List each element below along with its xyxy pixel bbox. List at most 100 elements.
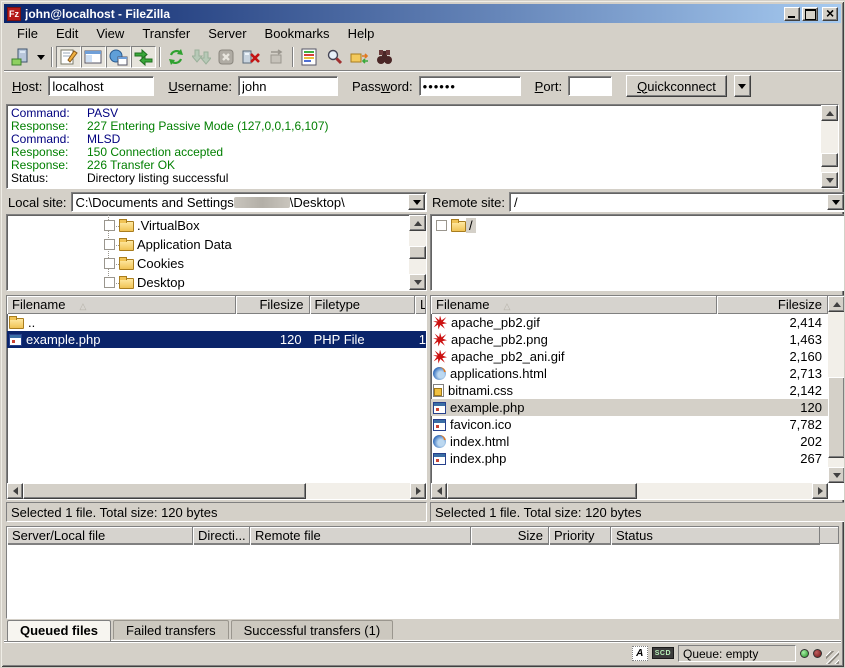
queue-column-remote-file[interactable]: Remote file <box>250 527 471 545</box>
site-manager-button[interactable] <box>8 46 33 68</box>
local-tree-vertical-scrollbar[interactable] <box>409 215 426 290</box>
close-button[interactable] <box>822 7 838 21</box>
scroll-thumb[interactable] <box>23 483 306 499</box>
minimize-button[interactable] <box>784 7 800 21</box>
remote-column-filename[interactable]: Filename <box>431 296 717 314</box>
scroll-track[interactable] <box>828 312 845 467</box>
scroll-thumb[interactable] <box>409 246 426 259</box>
host-input[interactable] <box>48 76 154 96</box>
directory-comparison-button[interactable] <box>322 46 347 68</box>
process-queue-button[interactable] <box>189 46 214 68</box>
local-tree-item-virtualbox[interactable]: .VirtualBox <box>8 216 408 235</box>
scroll-thumb[interactable] <box>828 377 845 458</box>
scroll-down-button[interactable] <box>821 172 838 188</box>
tab-queued-files[interactable]: Queued files <box>7 620 111 641</box>
scroll-left-button[interactable] <box>431 483 447 499</box>
local-site-combo[interactable]: C:\Documents and Settings\Desktop\ <box>71 192 427 212</box>
reconnect-button[interactable] <box>264 46 289 68</box>
scroll-track[interactable] <box>409 231 426 274</box>
scroll-right-button[interactable] <box>812 483 828 499</box>
toggle-transfer-queue-button[interactable] <box>131 46 156 68</box>
local-site-dropdown-button[interactable] <box>408 194 425 210</box>
cancel-operation-button[interactable] <box>214 46 239 68</box>
scroll-thumb[interactable] <box>821 153 838 167</box>
menu-bookmarks[interactable]: Bookmarks <box>256 24 339 43</box>
menu-transfer[interactable]: Transfer <box>133 24 199 43</box>
menu-help[interactable]: Help <box>339 24 384 43</box>
queue-column-size[interactable]: Size <box>471 527 549 545</box>
maximize-button[interactable] <box>802 7 818 21</box>
disconnect-button[interactable] <box>239 46 264 68</box>
queue-column-server-local-file[interactable]: Server/Local file <box>7 527 193 545</box>
scroll-right-button[interactable] <box>410 483 426 499</box>
remote-horizontal-scrollbar[interactable] <box>431 483 828 499</box>
port-input[interactable] <box>568 76 612 96</box>
local-horizontal-scrollbar[interactable] <box>7 483 426 499</box>
scroll-up-button[interactable] <box>409 215 426 231</box>
username-input[interactable] <box>238 76 338 96</box>
remote-file-row-index-html[interactable]: index.html 202 <box>431 433 828 450</box>
scroll-up-button[interactable] <box>821 105 838 121</box>
password-input[interactable] <box>419 76 521 96</box>
quickconnect-button[interactable]: Quickconnect <box>626 75 727 97</box>
local-column-filesize[interactable]: Filesize <box>236 296 310 314</box>
local-column-filetype[interactable]: Filetype <box>310 296 416 314</box>
scroll-down-button[interactable] <box>828 467 845 483</box>
remote-file-row-apache-pb2-png[interactable]: apache_pb2.png 1,463 <box>431 331 828 348</box>
queue-body[interactable] <box>6 544 839 619</box>
toggle-remote-tree-button[interactable] <box>106 46 131 68</box>
scroll-left-button[interactable] <box>7 483 23 499</box>
log-vertical-scrollbar[interactable] <box>821 105 838 188</box>
remote-file-row-bitnami-css[interactable]: bitnami.css 2,142 <box>431 382 828 399</box>
tree-expander-icon[interactable] <box>104 277 115 288</box>
local-tree-item-application-data[interactable]: Application Data <box>8 235 408 254</box>
speed-limits-icon[interactable]: SCD <box>652 647 674 659</box>
menu-view[interactable]: View <box>87 24 133 43</box>
menu-file[interactable]: File <box>8 24 47 43</box>
tab-successful-transfers[interactable]: Successful transfers (1) <box>231 620 394 639</box>
scroll-track[interactable] <box>23 483 410 499</box>
scroll-track[interactable] <box>447 483 812 499</box>
remote-file-row-index-php[interactable]: index.php 267 <box>431 450 828 467</box>
local-tree-item-cookies[interactable]: Cookies <box>8 254 408 273</box>
remote-column-filesize[interactable]: Filesize <box>717 296 828 314</box>
remote-vertical-scrollbar[interactable] <box>828 296 845 483</box>
queue-column-direction[interactable]: Directi... <box>193 527 250 545</box>
local-tree-item-desktop[interactable]: Desktop <box>8 273 408 291</box>
menu-edit[interactable]: Edit <box>47 24 87 43</box>
queue-column-status[interactable]: Status <box>611 527 820 545</box>
local-column-last-modified[interactable]: L <box>415 296 426 314</box>
tree-expander-icon[interactable] <box>104 220 115 231</box>
remote-file-row-apache-pb2-gif[interactable]: apache_pb2.gif 2,414 <box>431 314 828 331</box>
transfer-type-icon[interactable]: A <box>632 646 648 661</box>
tree-expander-icon[interactable] <box>436 220 447 231</box>
remote-file-row-favicon-ico[interactable]: favicon.ico 7,782 <box>431 416 828 433</box>
remote-site-combo[interactable]: / <box>509 192 845 212</box>
find-files-button[interactable] <box>372 46 397 68</box>
local-column-filename[interactable]: Filename <box>7 296 236 314</box>
site-manager-dropdown-button[interactable] <box>33 46 48 68</box>
scroll-up-button[interactable] <box>828 296 845 312</box>
remote-file-row-applications-html[interactable]: applications.html 2,713 <box>431 365 828 382</box>
remote-file-row-example-php[interactable]: example.php 120 <box>431 399 828 416</box>
quickconnect-dropdown-button[interactable] <box>734 75 751 97</box>
queue-column-priority[interactable]: Priority <box>549 527 611 545</box>
remote-tree-item-root[interactable]: / <box>432 216 827 235</box>
resize-grip[interactable] <box>826 651 839 664</box>
scroll-track[interactable] <box>821 121 838 172</box>
toggle-local-tree-button[interactable] <box>81 46 106 68</box>
tree-expander-icon[interactable] <box>104 258 115 269</box>
remote-file-row-apache-pb2-ani-gif[interactable]: apache_pb2_ani.gif 2,160 <box>431 348 828 365</box>
toggle-message-log-button[interactable] <box>56 46 81 68</box>
refresh-button[interactable] <box>164 46 189 68</box>
synchronized-browsing-button[interactable] <box>347 46 372 68</box>
remote-site-dropdown-button[interactable] <box>827 194 844 210</box>
filter-button[interactable] <box>297 46 322 68</box>
tree-expander-icon[interactable] <box>104 239 115 250</box>
local-file-row-parent[interactable]: .. <box>7 314 426 331</box>
scroll-thumb[interactable] <box>447 483 637 499</box>
scroll-down-button[interactable] <box>409 274 426 290</box>
tab-failed-transfers[interactable]: Failed transfers <box>113 620 229 639</box>
menu-server[interactable]: Server <box>199 24 255 43</box>
local-file-row-example-php[interactable]: example.php 120 PHP File 1 <box>7 331 426 348</box>
